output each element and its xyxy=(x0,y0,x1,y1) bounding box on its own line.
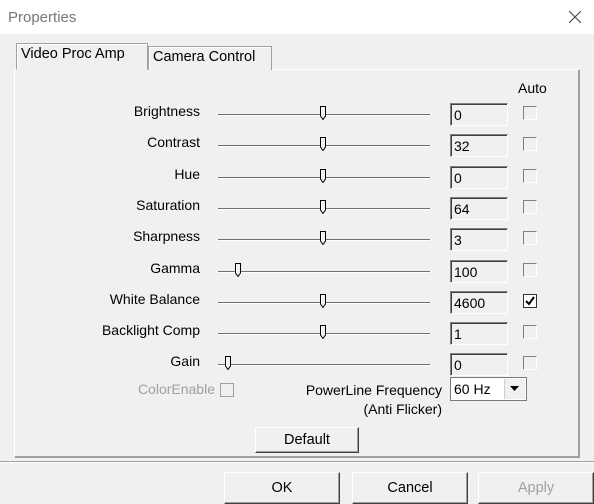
powerline-label-line2: (Anti Flicker) xyxy=(363,401,442,417)
saturation-value[interactable]: 64 xyxy=(450,197,508,220)
white-balance-auto-checkbox[interactable] xyxy=(523,294,537,308)
brightness-value[interactable]: 0 xyxy=(450,103,508,126)
slider-thumb[interactable] xyxy=(320,169,326,184)
contrast-label: Contrast xyxy=(147,134,200,150)
slider-thumb[interactable] xyxy=(320,231,326,246)
footer-separator-highlight xyxy=(0,462,594,463)
apply-button[interactable]: Apply xyxy=(478,472,594,504)
default-button[interactable]: Default xyxy=(255,427,359,453)
slider-thumb[interactable] xyxy=(235,263,241,278)
tab-video-proc-amp[interactable]: Video Proc Amp xyxy=(16,43,148,70)
backlight-comp-label: Backlight Comp xyxy=(101,322,200,338)
slider-thumb[interactable] xyxy=(225,356,231,371)
slider-thumb[interactable] xyxy=(320,106,326,121)
chevron-down-icon xyxy=(510,386,519,391)
slider-thumb[interactable] xyxy=(320,137,326,152)
powerline-label-line1: PowerLine Frequency xyxy=(305,382,442,398)
slider-track xyxy=(218,271,430,273)
ok-button[interactable]: OK xyxy=(224,472,340,504)
brightness-label: Brightness xyxy=(133,103,200,119)
white-balance-value[interactable]: 4600 xyxy=(450,291,508,314)
powerline-frequency-label: PowerLine Frequency (Anti Flicker) xyxy=(260,381,442,419)
close-icon xyxy=(569,11,581,23)
checkmark-icon xyxy=(525,296,535,306)
window-title: Properties xyxy=(8,9,77,26)
contrast-auto-checkbox[interactable] xyxy=(523,137,537,151)
sharpness-value[interactable]: 3 xyxy=(450,228,508,251)
sharpness-slider[interactable] xyxy=(218,230,430,248)
backlight-comp-slider[interactable] xyxy=(218,324,430,342)
saturation-slider[interactable] xyxy=(218,199,430,217)
gamma-slider[interactable] xyxy=(218,262,430,280)
title-bar: Properties xyxy=(0,0,594,34)
backlight-comp-value[interactable]: 1 xyxy=(450,322,508,345)
gain-label: Gain xyxy=(170,353,200,369)
hue-value[interactable]: 0 xyxy=(450,166,508,189)
sharpness-label: Sharpness xyxy=(133,228,200,244)
cancel-button[interactable]: Cancel xyxy=(352,472,468,504)
hue-slider[interactable] xyxy=(218,168,430,186)
slider-thumb[interactable] xyxy=(320,294,326,309)
contrast-slider[interactable] xyxy=(218,136,430,154)
gain-auto-checkbox[interactable] xyxy=(523,356,537,370)
color-enable-label: ColorEnable xyxy=(137,381,215,397)
gamma-auto-checkbox[interactable] xyxy=(523,263,537,277)
dropdown-button[interactable] xyxy=(504,379,525,399)
auto-column-header: Auto xyxy=(518,80,547,96)
tab-label: Video Proc Amp xyxy=(21,46,125,62)
gain-value[interactable]: 0 xyxy=(450,353,508,376)
powerline-selected-value: 60 Hz xyxy=(454,381,491,397)
brightness-slider[interactable] xyxy=(218,105,430,123)
backlight-comp-auto-checkbox[interactable] xyxy=(523,325,537,339)
slider-track xyxy=(218,364,430,366)
powerline-frequency-select[interactable]: 60 Hz xyxy=(450,377,527,401)
slider-thumb[interactable] xyxy=(320,325,326,340)
brightness-auto-checkbox[interactable] xyxy=(523,106,537,120)
white-balance-slider[interactable] xyxy=(218,293,430,311)
gamma-label: Gamma xyxy=(150,260,200,276)
tab-label: Camera Control xyxy=(153,49,256,65)
slider-thumb[interactable] xyxy=(320,200,326,215)
saturation-label: Saturation xyxy=(136,197,200,213)
hue-auto-checkbox[interactable] xyxy=(523,169,537,183)
gain-slider[interactable] xyxy=(218,355,430,373)
color-enable-checkbox xyxy=(220,383,234,397)
tab-camera-control[interactable]: Camera Control xyxy=(148,46,272,70)
saturation-auto-checkbox[interactable] xyxy=(523,200,537,214)
white-balance-label: White Balance xyxy=(109,291,200,307)
hue-label: Hue xyxy=(174,166,200,182)
gamma-value[interactable]: 100 xyxy=(450,260,508,283)
sharpness-auto-checkbox[interactable] xyxy=(523,231,537,245)
close-button[interactable] xyxy=(560,4,590,30)
contrast-value[interactable]: 32 xyxy=(450,134,508,157)
